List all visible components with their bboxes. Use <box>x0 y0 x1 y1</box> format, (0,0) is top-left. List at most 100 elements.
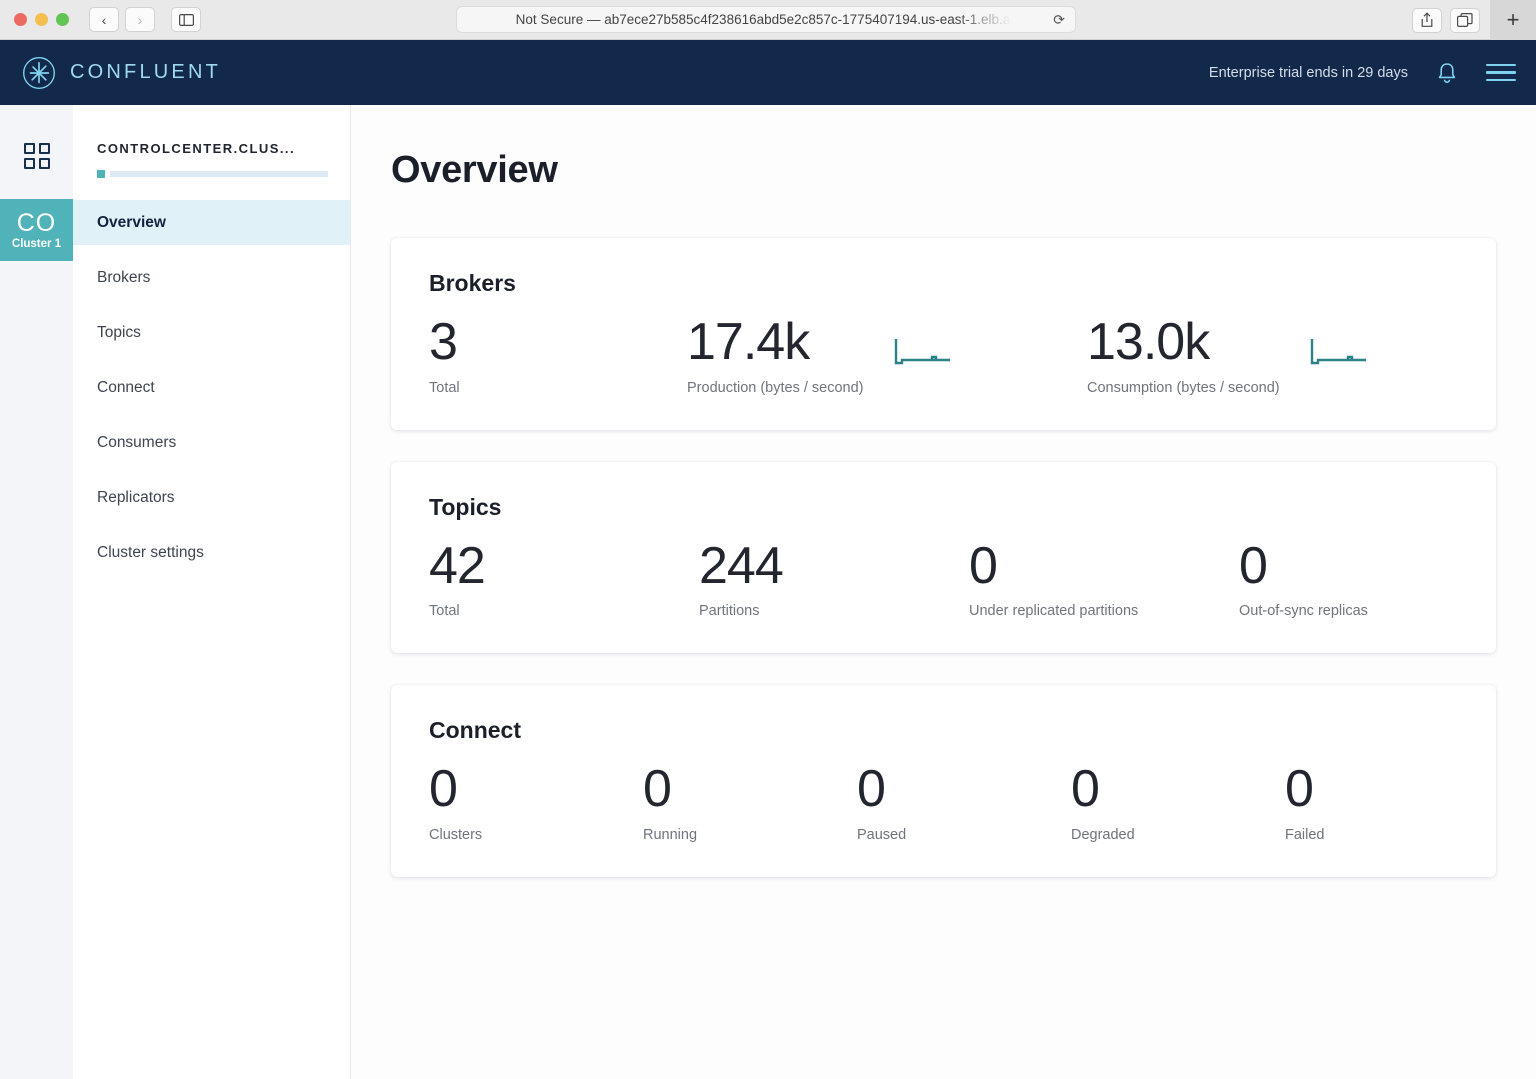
sidebar-cluster-title: CONTROLCENTER.CLUS... <box>97 141 296 156</box>
plus-icon: + <box>1506 7 1520 32</box>
share-icon <box>1421 12 1433 27</box>
back-button[interactable]: ‹ <box>89 7 119 32</box>
metrics-row: 3 Total 17.4k Production (bytes / second… <box>429 315 1458 396</box>
health-status-dot <box>97 170 105 178</box>
sidebar-item-label: Cluster settings <box>97 543 204 561</box>
metric-label: Total <box>429 603 460 620</box>
cluster-rail: CO Cluster 1 <box>0 105 73 1079</box>
metric-label: Under replicated partitions <box>969 603 1139 620</box>
metric-label: Degraded <box>1071 826 1135 843</box>
metric-value: 42 <box>429 536 486 595</box>
metric-value: 0 <box>643 760 672 819</box>
address-bar[interactable]: Not Secure — ab7ece27b585c4f238616abd5e2… <box>456 6 1076 33</box>
metric-topics-total: 42 Total <box>429 536 699 620</box>
metric-value: 0 <box>1071 760 1100 819</box>
brokers-card: Brokers 3 Total 17.4k Production (bytes … <box>391 238 1496 430</box>
brand-name: CONFLUENT <box>70 61 222 83</box>
minimize-window-button[interactable] <box>35 13 48 26</box>
metric-label: Partitions <box>699 603 760 620</box>
connect-card: Connect 0 Clusters 0 Running 0 Paused 0 … <box>391 685 1496 877</box>
metric-value: 0 <box>857 760 886 819</box>
browser-right-controls: + <box>1412 0 1536 40</box>
window-controls[interactable] <box>14 13 69 26</box>
confluent-logo-icon <box>23 56 55 89</box>
cluster-name: Cluster 1 <box>11 238 62 251</box>
metric-partitions: 244 Partitions <box>699 536 969 620</box>
cluster-rail-item-cluster1[interactable]: CO Cluster 1 <box>0 199 73 261</box>
chevron-left-icon: ‹ <box>101 11 107 28</box>
app-body: CO Cluster 1 CONTROLCENTER.CLUS... Overv… <box>0 105 1536 1079</box>
metric-label: Paused <box>857 826 907 843</box>
metric-value: 0 <box>429 760 458 819</box>
app-header: CONFLUENT Enterprise trial ends in 29 da… <box>0 40 1536 105</box>
app-grid-icon[interactable] <box>23 143 50 169</box>
metrics-row: 0 Clusters 0 Running 0 Paused 0 Degraded… <box>429 762 1458 843</box>
maximize-window-button[interactable] <box>56 13 69 26</box>
metric-value: 0 <box>1285 760 1314 819</box>
sidebar-item-label: Topics <box>97 323 141 341</box>
sidebar-item-brokers[interactable]: Brokers <box>73 255 350 300</box>
tab-overview-icon <box>1457 12 1473 27</box>
metric-label: Production (bytes / second) <box>687 379 864 396</box>
browser-toolbar: ‹ › Not Secure — ab7ece27b585c4f238616ab… <box>0 0 1536 40</box>
url-text: Not Secure — ab7ece27b585c4f238616abd5e2… <box>515 12 1011 27</box>
sidebar-item-label: Consumers <box>97 433 177 451</box>
sidebar-item-overview[interactable]: Overview <box>73 200 350 245</box>
cluster-abbrev: CO <box>16 208 57 237</box>
hamburger-menu-button[interactable] <box>1486 59 1516 87</box>
metric-label: Clusters <box>429 826 483 843</box>
metric-consumption-bytes: 13.0k Consumption (bytes / second) <box>1087 315 1370 396</box>
cluster-health-indicator <box>97 170 328 178</box>
sidebar-item-label: Brokers <box>97 268 151 286</box>
header-right-group: Enterprise trial ends in 29 days <box>1209 59 1516 87</box>
metric-connect-failed: 0 Failed <box>1285 762 1325 843</box>
reload-icon[interactable]: ⟳ <box>1053 11 1065 28</box>
main-content: Overview Brokers 3 Total 17.4k Productio… <box>351 105 1536 1079</box>
share-button[interactable] <box>1412 7 1442 33</box>
sidebar-item-label: Replicators <box>97 488 175 506</box>
health-progress-bar <box>110 171 328 177</box>
metric-connect-clusters: 0 Clusters <box>429 762 643 843</box>
new-tab-button[interactable]: + <box>1490 0 1536 40</box>
metric-out-of-sync-replicas: 0 Out-of-sync replicas <box>1239 536 1368 620</box>
trial-notice: Enterprise trial ends in 29 days <box>1208 64 1408 81</box>
notification-bell-button[interactable] <box>1436 61 1458 85</box>
chevron-right-icon: › <box>137 11 143 28</box>
tab-overview-button[interactable] <box>1450 7 1480 33</box>
page-title: Overview <box>391 149 558 191</box>
metric-label: Running <box>643 826 698 843</box>
sidebar-item-connect[interactable]: Connect <box>73 365 350 410</box>
metric-label: Total <box>429 379 460 396</box>
sidebar-item-label: Overview <box>97 213 166 231</box>
metric-connect-running: 0 Running <box>643 762 857 843</box>
notification-bell-icon <box>1438 62 1456 83</box>
metric-value: 17.4k <box>687 313 810 371</box>
consumption-sparkline <box>1310 339 1366 365</box>
hamburger-menu-icon <box>1486 59 1516 87</box>
sidebar-nav: CONTROLCENTER.CLUS... Overview Brokers T… <box>73 105 351 1079</box>
forward-button[interactable]: › <box>125 7 155 32</box>
metric-value: 0 <box>969 536 998 595</box>
metric-label: Consumption (bytes / second) <box>1087 379 1280 396</box>
metric-connect-paused: 0 Paused <box>857 762 1071 843</box>
sidebar-item-replicators[interactable]: Replicators <box>73 475 350 520</box>
brand-logo[interactable]: CONFLUENT <box>22 56 221 90</box>
card-title: Connect <box>429 717 521 744</box>
navigation-buttons: ‹ › <box>89 7 155 32</box>
card-title: Topics <box>429 493 502 520</box>
sidebar-item-topics[interactable]: Topics <box>73 310 350 355</box>
metric-value: 3 <box>429 313 458 371</box>
metric-brokers-total: 3 Total <box>429 315 687 396</box>
sidebar-item-label: Connect <box>97 378 155 396</box>
metric-under-replicated-partitions: 0 Under replicated partitions <box>969 536 1239 620</box>
metric-label: Out-of-sync replicas <box>1239 603 1368 620</box>
metric-value: 244 <box>699 536 784 595</box>
sidebar-item-cluster-settings[interactable]: Cluster settings <box>73 530 350 575</box>
close-window-button[interactable] <box>14 13 27 26</box>
metric-value: 0 <box>1239 536 1268 595</box>
metrics-row: 42 Total 244 Partitions 0 Under replicat… <box>429 536 1458 620</box>
sidebar-icon <box>178 13 194 26</box>
card-title: Brokers <box>429 270 516 296</box>
sidebar-item-consumers[interactable]: Consumers <box>73 420 350 465</box>
sidebar-toggle-button[interactable] <box>171 7 201 32</box>
